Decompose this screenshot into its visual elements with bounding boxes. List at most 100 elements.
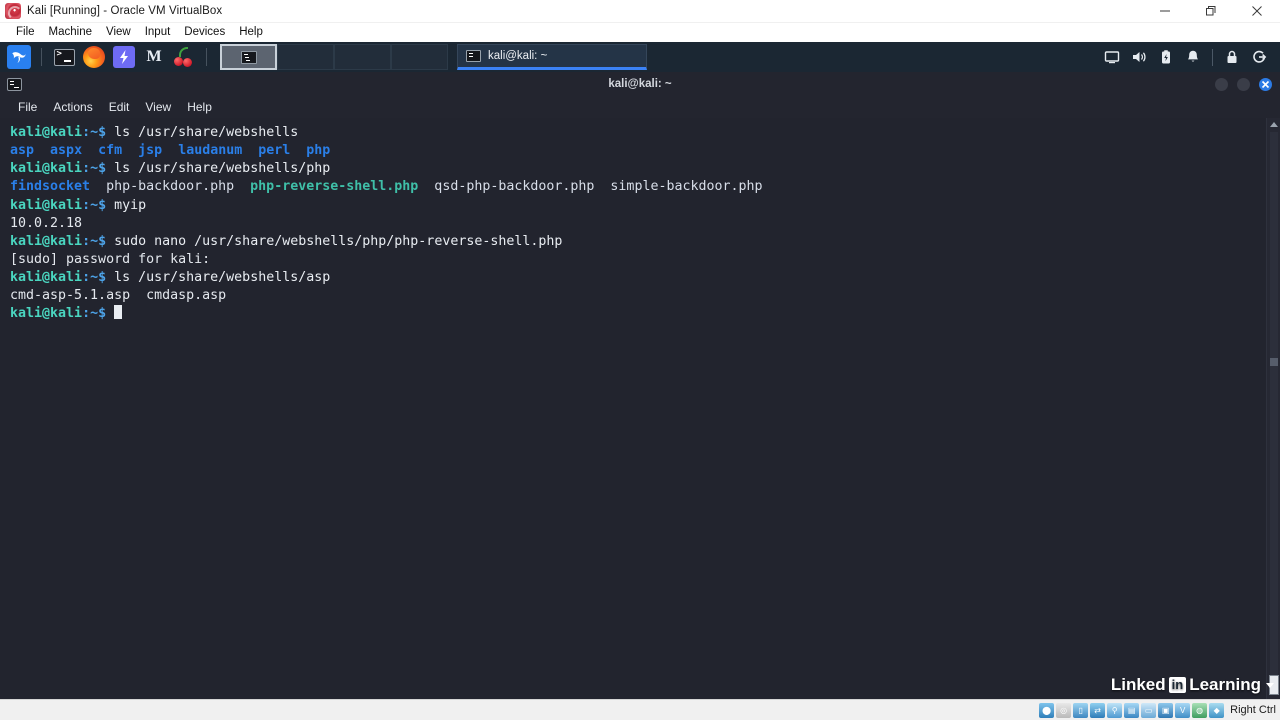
terminal-scrollbar[interactable] [1266,118,1280,699]
terminal-command-text: myip [106,197,147,213]
prompt-user-host: kali@kali [10,270,83,286]
minimize-button[interactable] [1142,0,1188,23]
burpsuite-icon [113,46,135,68]
terminal-window-controls [1215,77,1280,91]
battery-icon[interactable] [1154,45,1178,69]
vrde-icon[interactable]: V [1175,702,1191,718]
terminal-command-text [106,306,114,321]
watermark-caret-icon [1266,682,1274,688]
prompt-path: :~ [82,125,99,140]
vbox-menu-input[interactable]: Input [138,23,178,42]
scrollbar-track[interactable] [1270,132,1278,682]
mouse-integration-icon[interactable]: ◍ [1192,702,1208,718]
host-key-icon[interactable]: ◆ [1209,702,1225,718]
prompt-user-host: kali@kali [10,306,83,322]
terminal-menu-help[interactable]: Help [179,96,220,118]
terminal-command-text: ls /usr/share/webshells/asp [106,270,331,286]
prompt-symbol: $ [98,125,107,140]
terminal-menu-view[interactable]: View [137,96,179,118]
workspace-2[interactable] [277,44,334,70]
terminal-output-line: [sudo] password for kali: [10,251,1280,269]
terminal-command-text: ls /usr/share/webshells [106,125,299,140]
taskbar-window-list: kali@kali: ~ [457,42,647,72]
prompt-user-host: kali@kali [10,233,83,249]
kali-top-panel: M [0,42,1280,72]
floppy-drive-icon[interactable]: ▯ [1073,702,1089,718]
metasploit-icon: M [146,48,162,65]
terminal-maximize-button[interactable] [1237,77,1250,91]
terminal-output-segment: 10.0.2.18 [10,215,83,231]
terminal-output-segment [162,143,178,158]
screen-root: Kali [Running] - Oracle VM VirtualBox Fi… [0,0,1280,720]
vbox-menu-help[interactable]: Help [232,23,270,42]
terminal-menu-file[interactable]: File [10,96,45,118]
terminal-window: kali@kali: ~ File Actions Edit View Help… [0,72,1280,699]
terminal-minimize-button[interactable] [1215,77,1228,91]
terminal-output-line: 10.0.2.18 [10,215,1280,233]
vbox-menu-file[interactable]: File [9,23,42,42]
network-icon[interactable]: ⇄ [1090,702,1106,718]
close-x-icon [1261,80,1270,88]
restore-button[interactable] [1188,0,1234,23]
cherrytree-launcher[interactable] [171,44,197,70]
vbox-menu-view[interactable]: View [99,23,138,42]
host-key-label: Right Ctrl [1230,704,1276,716]
virtualbox-window-controls [1142,0,1280,23]
taskbar-terminal-button[interactable]: kali@kali: ~ [457,44,647,70]
kali-menu-button[interactable] [6,44,32,70]
terminal-output-area[interactable]: kali@kali:~$ ls /usr/share/webshells asp … [0,118,1280,699]
terminal-prompt-line: kali@kali:~$ myip [10,197,1280,215]
vbox-menu-devices[interactable]: Devices [177,23,232,42]
panel-separator-2 [206,48,207,66]
lock-screen-icon[interactable] [1220,45,1244,69]
shared-folders-icon[interactable]: ▤ [1124,702,1140,718]
firefox-launcher[interactable] [81,44,107,70]
recording-icon[interactable]: ▣ [1158,702,1174,718]
usb-icon[interactable]: ⚲ [1107,702,1123,718]
minimize-icon [1160,10,1170,12]
terminal-prompt-line: kali@kali:~$ ls /usr/share/webshells [10,124,1280,142]
prompt-symbol: $ [98,270,107,286]
virtualbox-menubar: File Machine View Input Devices Help [0,23,1280,42]
volume-icon[interactable] [1127,45,1151,69]
watermark-in-badge: in [1168,677,1187,693]
workspace-window-preview-icon [240,50,257,64]
virtualbox-titlebar: Kali [Running] - Oracle VM VirtualBox [0,0,1280,23]
prompt-user-host: kali@kali [10,161,83,177]
prompt-symbol: $ [98,161,107,177]
workspace-4[interactable] [391,44,448,70]
terminal-menu-actions[interactable]: Actions [45,96,100,118]
display-settings-icon[interactable] [1100,45,1124,69]
virtualbox-statusbar: ⬤ ◎ ▯ ⇄ ⚲ ▤ ▭ ▣ V ◍ ◆ Right Ctrl [0,699,1280,720]
close-button[interactable] [1234,0,1280,23]
workspace-switcher[interactable] [220,42,448,72]
terminal-prompt-line: kali@kali:~$ sudo nano /usr/share/webshe… [10,233,1280,251]
cherry-icon [173,46,195,68]
virtualbox-window-title: Kali [Running] - Oracle VM VirtualBox [27,5,223,17]
display-icon[interactable]: ▭ [1141,702,1157,718]
workspace-1[interactable] [220,44,277,70]
prompt-path: :~ [82,197,99,213]
terminal-close-button[interactable] [1259,77,1272,91]
terminal-prompt-line: kali@kali:~$ [10,305,1280,323]
terminal-launcher[interactable] [51,44,77,70]
terminal-icon [53,48,75,66]
metasploit-launcher[interactable]: M [141,44,167,70]
notification-bell-icon[interactable] [1181,45,1205,69]
terminal-output-line: findsocket php-backdoor.php php-reverse-… [10,178,1280,196]
restore-icon [1206,6,1216,16]
scroll-up-arrow-icon[interactable] [1267,118,1280,130]
terminal-prompt-line: kali@kali:~$ ls /usr/share/webshells/asp [10,269,1280,287]
optical-drive-icon[interactable]: ◎ [1056,702,1072,718]
prompt-symbol: $ [98,233,107,249]
terminal-output-line: asp aspx cfm jsp laudanum perl php [10,142,1280,160]
terminal-titlebar: kali@kali: ~ [0,72,1280,96]
vbox-menu-machine[interactable]: Machine [42,23,99,42]
burpsuite-launcher[interactable] [111,44,137,70]
hard-disk-icon[interactable]: ⬤ [1039,702,1055,718]
logout-icon[interactable] [1247,45,1271,69]
terminal-menu-edit[interactable]: Edit [101,96,138,118]
workspace-3[interactable] [334,44,391,70]
scrollbar-thumb[interactable] [1270,358,1278,366]
terminal-output-segment: asp [10,143,35,159]
